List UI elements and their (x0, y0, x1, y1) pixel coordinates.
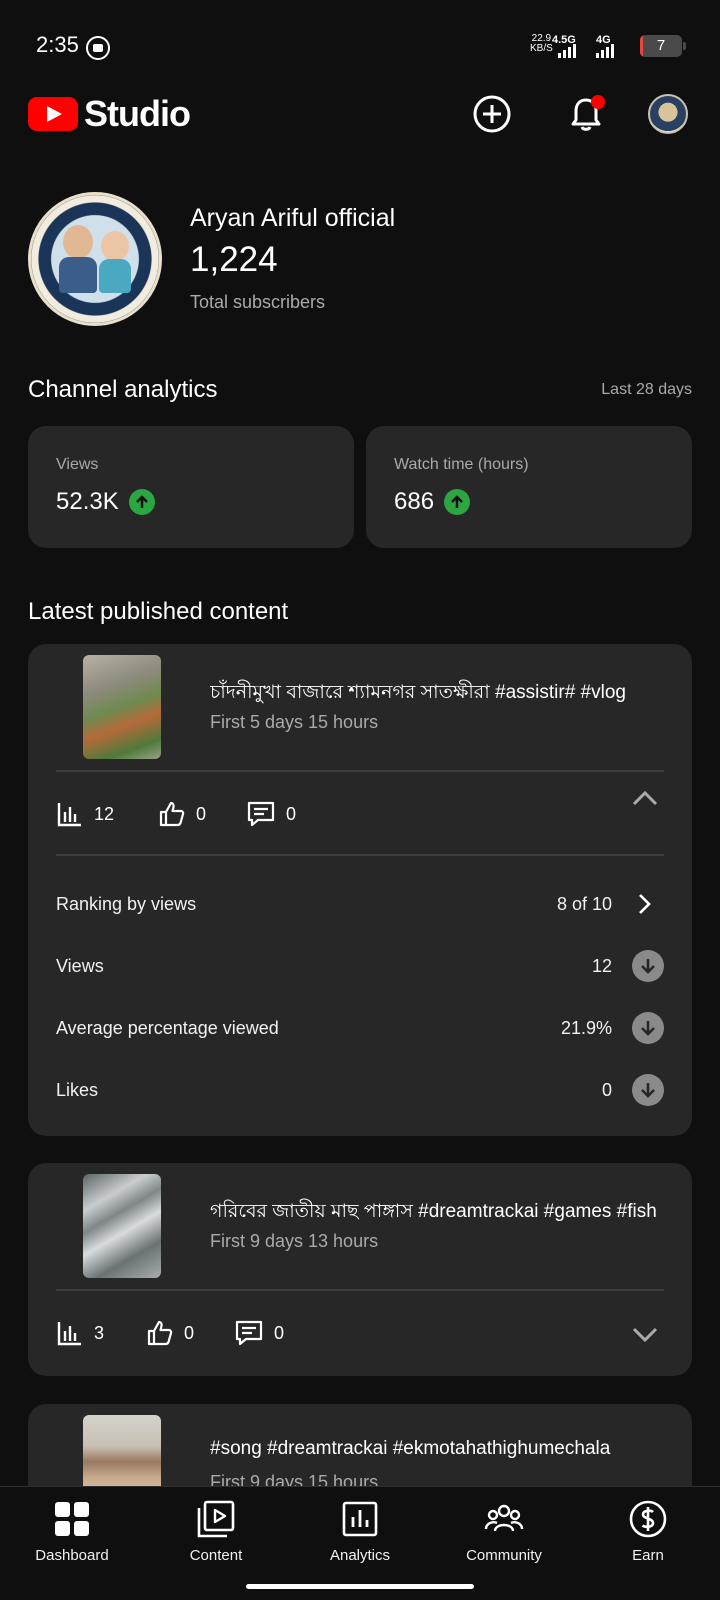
studio-logo[interactable]: Studio (28, 93, 191, 134)
latest-content-title: Latest published content (28, 598, 289, 625)
detail-avg-pct-label: Average percentage viewed (56, 1018, 279, 1038)
likes-metric: 0 (146, 1319, 194, 1347)
network-speed: 22.9 KB/S (530, 33, 553, 54)
battery-indicator: 7 (640, 35, 682, 57)
channel-name: Aryan Ariful official (190, 204, 396, 232)
create-icon (473, 95, 511, 133)
subscriber-label: Total subscribers (190, 292, 326, 312)
video-meta: First 9 days 13 hours (210, 1231, 379, 1251)
home-indicator[interactable] (246, 1584, 474, 1589)
video-thumbnail[interactable] (83, 1174, 161, 1278)
detail-likes-label: Likes (56, 1080, 99, 1100)
arrow-down-icon (632, 1074, 664, 1106)
arrow-down-icon (632, 950, 664, 982)
like-icon (159, 801, 185, 827)
arrow-down-icon (632, 1012, 664, 1044)
account-avatar[interactable] (648, 94, 688, 134)
signal-bars-icon (558, 44, 578, 58)
video-thumbnail[interactable] (83, 655, 161, 759)
views-metric: 12 (56, 800, 114, 828)
dashboard-icon (55, 1502, 89, 1536)
ranking-label[interactable]: Ranking by views (56, 894, 196, 915)
nav-dashboard[interactable]: Dashboard (0, 1499, 144, 1579)
detail-views-label: Views (56, 956, 104, 976)
channel-avatar (28, 192, 162, 326)
ranking-value: 8 of 10 (556, 894, 612, 914)
bar-chart-icon (57, 803, 81, 827)
community-icon (484, 1504, 524, 1532)
detail-likes-value: 0 (601, 1080, 612, 1100)
watch-time-card[interactable]: Watch time (hours) 686 (366, 426, 692, 548)
content-icon (197, 1500, 235, 1538)
screen-record-icon (86, 36, 110, 60)
subscriber-count: 1,224 (190, 240, 278, 279)
chevron-right-icon[interactable] (632, 892, 656, 916)
video-title[interactable]: গরিবের জাতীয় মাছ পাঙ্গাস #dreamtrackai … (210, 1197, 670, 1229)
detail-views-value: 12 (591, 956, 612, 976)
bar-chart-icon (57, 1322, 81, 1346)
collapse-chevron-up-icon[interactable] (630, 784, 660, 814)
comment-icon (235, 1320, 263, 1346)
logo-text: Studio (84, 93, 191, 134)
analytics-title: Channel analytics (28, 376, 218, 403)
trend-up-icon (444, 489, 471, 515)
analytics-range: Last 28 days (601, 381, 692, 398)
like-icon (147, 1320, 173, 1346)
trend-up-icon (128, 489, 155, 515)
stat-value: 52.3K (56, 488, 119, 515)
video-title[interactable]: চাঁদনীমুখা বাজারে শ্যামনগর সাতক্ষীরা #as… (210, 678, 670, 710)
stat-label: Views (56, 456, 99, 473)
nav-content[interactable]: Content (144, 1499, 288, 1579)
content-card: গরিবের জাতীয় মাছ পাঙ্গাস #dreamtrackai … (28, 1163, 692, 1376)
stat-value: 686 (394, 488, 435, 515)
nav-earn[interactable]: Earn (576, 1499, 720, 1579)
analytics-icon (342, 1501, 378, 1537)
create-button[interactable] (470, 92, 514, 136)
comments-metric: 0 (234, 1319, 284, 1347)
status-bar: 2:35 22.9 KB/S 4.5G 4G 7 (0, 0, 720, 90)
nav-community[interactable]: Community (432, 1499, 576, 1579)
comment-icon (247, 801, 275, 827)
studio-dashboard: 2:35 22.9 KB/S 4.5G 4G 7 Studio Aryan Ar… (0, 0, 720, 1600)
notifications-icon (571, 95, 605, 131)
status-time: 2:35 (36, 32, 79, 57)
video-title[interactable]: #song #dreamtrackai #ekmotahathighumecha… (210, 1438, 670, 1460)
comments-metric: 0 (246, 800, 296, 828)
nav-analytics[interactable]: Analytics (288, 1499, 432, 1579)
youtube-logo-icon (28, 97, 78, 131)
likes-metric: 0 (158, 800, 206, 828)
signal-bars-icon (596, 44, 616, 58)
content-card: চাঁদনীমুখা বাজারে শ্যামনগর সাতক্ষীরা #as… (28, 644, 692, 1136)
views-metric: 3 (56, 1319, 104, 1347)
bottom-navigation: Dashboard Content Analytics Community Ea… (0, 1486, 720, 1600)
video-meta: First 5 days 15 hours (210, 712, 379, 732)
expand-chevron-down-icon[interactable] (630, 1319, 660, 1349)
earn-icon (629, 1500, 667, 1538)
notifications-button[interactable] (564, 92, 608, 136)
stat-label: Watch time (hours) (394, 456, 529, 473)
views-card[interactable]: Views 52.3K (28, 426, 354, 548)
detail-avg-pct-value: 21.9% (560, 1018, 612, 1038)
